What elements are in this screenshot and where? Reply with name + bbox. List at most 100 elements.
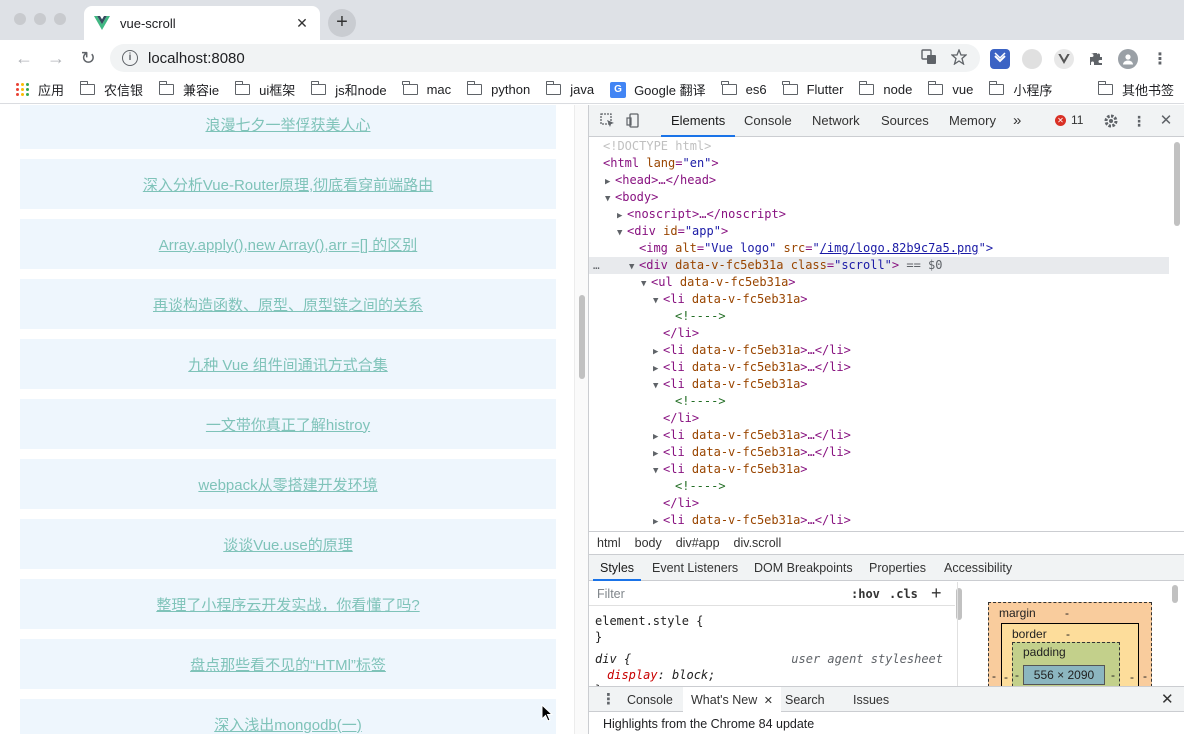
browser-menu-icon[interactable]: ⋮ — [1150, 49, 1170, 69]
dom-tree-scrollbar-thumb[interactable] — [1174, 142, 1180, 226]
breadcrumb-item[interactable]: div.scroll — [734, 536, 782, 550]
drawer-tab-issues[interactable]: Issues — [853, 687, 889, 713]
dom-node[interactable]: <!----> — [589, 478, 1169, 495]
close-devtools-icon[interactable]: ✕ — [1158, 113, 1174, 129]
close-tab-icon[interactable]: ✕ — [764, 695, 773, 707]
css-declaration[interactable]: display: block; — [595, 667, 715, 683]
bookmark-folder[interactable]: 农信银 — [79, 80, 143, 99]
dom-node[interactable]: </li> — [589, 495, 1169, 512]
breadcrumb-item[interactable]: div#app — [676, 536, 720, 550]
dom-node[interactable]: <!----> — [589, 308, 1169, 325]
dom-node[interactable]: ▼ <li data-v-fc5eb31a> — [589, 291, 1169, 308]
drawer-tab-search[interactable]: Search — [785, 687, 825, 713]
page-scrollbar[interactable] — [574, 105, 588, 734]
class-toggle[interactable]: .cls — [889, 587, 918, 601]
drawer-tab-whats-new[interactable]: What's New ✕ — [683, 687, 781, 713]
bookmark-folder[interactable]: java — [545, 81, 594, 97]
tab-network[interactable]: Network — [812, 105, 860, 137]
tab-event-listeners[interactable]: Event Listeners — [652, 555, 738, 581]
browser-tab[interactable]: vue-scroll ✕ — [84, 6, 320, 40]
dom-node[interactable]: <html lang="en"> — [589, 155, 1169, 172]
box-model-scrollbar-thumb[interactable] — [1172, 585, 1178, 603]
extension-grey-icon[interactable] — [1022, 49, 1042, 69]
other-bookmarks[interactable]: 其他书签 — [1097, 80, 1174, 99]
article-link[interactable]: webpack从零搭建开发环境 — [198, 474, 377, 495]
node-actions-icon[interactable]: … — [593, 257, 600, 274]
inspect-element-icon[interactable] — [599, 113, 615, 129]
close-window-button[interactable] — [14, 13, 26, 25]
element-style-rule[interactable]: element.style { — [595, 613, 703, 629]
dom-node-selected[interactable]: … ▼ <div data-v-fc5eb31a class="scroll"> =… — [589, 257, 1169, 274]
dom-node[interactable]: ▶ <li data-v-fc5eb31a>…</li> — [589, 444, 1169, 461]
tab-dom-breakpoints[interactable]: DOM Breakpoints — [754, 555, 853, 581]
div-rule[interactable]: div { user agent stylesheet — [595, 651, 949, 667]
article-link[interactable]: 九种 Vue 组件间通讯方式合集 — [188, 354, 387, 375]
bookmark-folder[interactable]: 小程序 — [988, 80, 1052, 99]
url-text[interactable]: localhost:8080 — [148, 50, 920, 67]
article-link[interactable]: 再谈构造函数、原型、原型链之间的关系 — [153, 294, 423, 315]
new-rule-button[interactable]: + — [931, 583, 942, 604]
bookmark-folder[interactable]: es6 — [721, 81, 767, 97]
tab-memory[interactable]: Memory — [949, 105, 996, 137]
dom-node[interactable]: ▼ <li data-v-fc5eb31a> — [589, 376, 1169, 393]
article-link[interactable]: 一文带你真正了解histroy — [206, 414, 370, 435]
close-drawer-icon[interactable]: ✕ — [1161, 687, 1174, 713]
article-link[interactable]: 深入分析Vue-Router原理,彻底看穿前端路由 — [143, 174, 433, 195]
more-tabs-button[interactable]: » — [1013, 105, 1021, 137]
tab-accessibility[interactable]: Accessibility — [944, 555, 1012, 581]
dom-node[interactable]: ▶ <li data-v-fc5eb31a>…</li> — [589, 359, 1169, 376]
dom-tree-scrollbar[interactable] — [1169, 138, 1184, 531]
article-link[interactable]: 深入浅出mongodb(一) — [214, 714, 362, 734]
tab-properties[interactable]: Properties — [869, 555, 926, 581]
bookmark-star-icon[interactable] — [950, 48, 968, 67]
bookmark-folder[interactable]: node — [858, 81, 912, 97]
back-button[interactable]: ← — [14, 48, 34, 68]
dom-node[interactable]: <!----> — [589, 393, 1169, 410]
vue-devtools-icon[interactable] — [1054, 49, 1074, 69]
dom-node[interactable]: ▶ <noscript>…</noscript> — [589, 206, 1169, 223]
forward-button[interactable]: → — [46, 48, 66, 68]
bookmark-google-translate[interactable]: G Google 翻译 — [610, 80, 706, 99]
minimize-window-button[interactable] — [34, 13, 46, 25]
site-info-icon[interactable]: i — [122, 50, 138, 66]
translate-icon[interactable] — [920, 49, 938, 67]
close-tab-icon[interactable]: ✕ — [294, 15, 310, 31]
bookmark-apps[interactable]: 应用 — [16, 80, 64, 99]
page-scrollbar-thumb[interactable] — [579, 295, 585, 379]
dom-node[interactable]: <img alt="Vue logo" src="/img/logo.82b9c… — [589, 240, 1169, 257]
profile-avatar-icon[interactable] — [1118, 49, 1138, 69]
dom-node[interactable]: ▶ <li data-v-fc5eb31a>…</li> — [589, 512, 1169, 529]
dom-node[interactable]: </li> — [589, 410, 1169, 427]
article-link[interactable]: 整理了小程序云开发实战，你看懂了吗? — [156, 594, 419, 615]
resource-link[interactable]: /img/logo.82b9c7a5.png — [820, 241, 979, 255]
article-link[interactable]: 谈谈Vue.use的原理 — [223, 534, 353, 555]
styles-filter-input[interactable]: Filter — [597, 587, 625, 601]
extension-icon[interactable] — [990, 49, 1010, 69]
error-count-badge[interactable]: ✕ 11 — [1055, 113, 1083, 127]
bookmark-folder[interactable]: 兼容ie — [158, 80, 219, 99]
box-model-content[interactable]: 556 × 2090 — [1023, 665, 1105, 685]
dom-node[interactable]: ▶ <head>…</head> — [589, 172, 1169, 189]
bookmark-folder[interactable]: vue — [927, 81, 973, 97]
breadcrumb-item[interactable]: body — [635, 536, 662, 550]
expand-triangle-icon[interactable]: ▶ — [653, 514, 663, 531]
article-link[interactable]: Array.apply(),new Array(),arr =[] 的区别 — [159, 234, 418, 255]
dom-node[interactable]: ▶ <li data-v-fc5eb31a>…</li> — [589, 342, 1169, 359]
extensions-puzzle-icon[interactable] — [1086, 49, 1106, 69]
dom-node[interactable]: ▶ <li data-v-fc5eb31a>…</li> — [589, 427, 1169, 444]
bookmark-folder[interactable]: js和node — [310, 80, 387, 99]
address-bar[interactable]: i localhost:8080 — [110, 44, 980, 72]
bookmark-folder[interactable]: ui框架 — [234, 80, 295, 99]
bookmark-folder[interactable]: mac — [402, 81, 451, 97]
settings-gear-icon[interactable] — [1103, 113, 1119, 129]
tab-sources[interactable]: Sources — [881, 105, 929, 137]
tab-styles[interactable]: Styles — [593, 555, 642, 581]
dom-node[interactable]: <!DOCTYPE html> — [589, 138, 1169, 155]
maximize-window-button[interactable] — [54, 13, 66, 25]
dom-node[interactable]: ▼ <li data-v-fc5eb31a> — [589, 461, 1169, 478]
device-toolbar-icon[interactable] — [625, 113, 641, 129]
drawer-tab-console[interactable]: Console — [627, 687, 673, 713]
reload-button[interactable]: ↻ — [78, 48, 98, 68]
article-link[interactable]: 盘点那些看不见的“HTMl”标签 — [190, 654, 386, 675]
dom-node[interactable]: ▼ <body> — [589, 189, 1169, 206]
